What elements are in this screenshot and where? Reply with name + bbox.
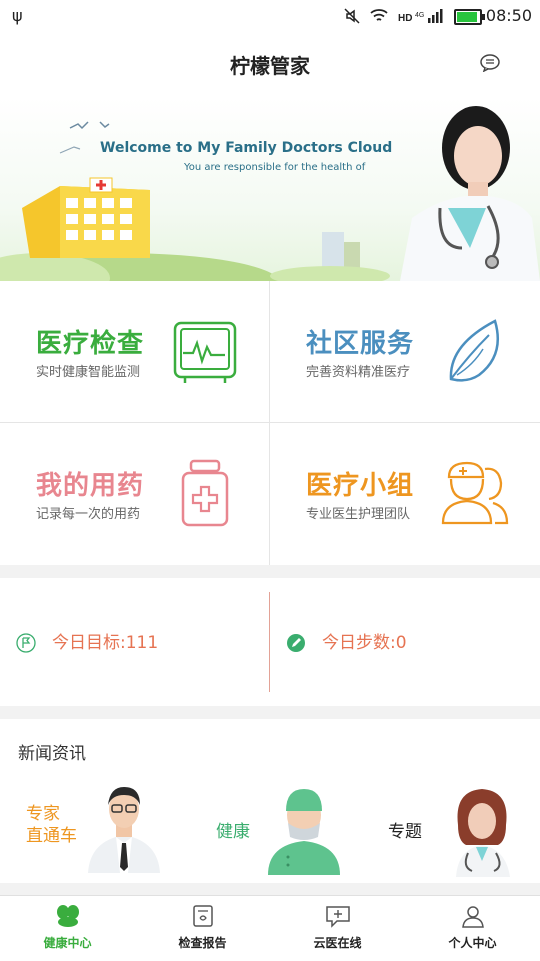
daily-target[interactable]: 今日目标:111 [16,628,158,653]
app-header: 柠檬管家 [0,32,540,98]
news-item-health[interactable]: 健康 [216,817,250,842]
tile-title: 医疗检查 [36,329,145,359]
medical-team-icon [441,461,509,525]
tile-desc: 实时健康智能监测 [36,365,141,380]
message-icon[interactable] [480,54,500,72]
tile-medical-team[interactable]: 医疗小组 专业医生护理团队 [270,423,539,564]
tile-divider-horizontal [0,422,540,423]
news-section-title: 新闻资讯 [18,744,86,764]
tab-check-report[interactable]: 检查报告 [135,904,270,951]
bottom-tab-bar: 健康中心 检查报告 云医在线 个人中心 [0,895,540,961]
battery-icon [454,9,485,25]
signal-icon: HD 4G [398,9,443,24]
wifi-icon [370,9,388,21]
banner-illustration [0,106,540,281]
goals-divider [269,592,270,692]
daily-target-text: 今日目标:111 [52,633,159,653]
tile-my-medication[interactable]: 我的用药 记录每一次的用药 [0,423,269,564]
tile-medical-check[interactable]: 医疗检查 实时健康智能监测 [0,281,269,422]
flag-icon [16,633,36,653]
page-title: 柠檬管家 [230,54,310,78]
tab-label: 个人中心 [448,936,497,950]
news-section: 新闻资讯 专家 直通车 健康 专题 [0,719,540,883]
report-icon [192,905,213,927]
news-item-label: 健康 [216,822,250,842]
tab-personal-center[interactable]: 个人中心 [405,904,540,951]
person-icon [461,906,484,928]
feature-grid: 医疗检查 实时健康智能监测 社区服务 完善资料精准医疗 我的用药 记录每一次的用… [0,281,540,565]
surgeon-avatar-icon [268,789,340,875]
banner-welcome-text: Welcome to My Family Doctors Cloud [100,140,393,156]
news-item-label: 专题 [388,822,422,842]
banner-subtitle: You are responsible for the health of [184,162,366,173]
tile-title: 医疗小组 [306,471,415,501]
nurse-avatar-icon [456,789,510,877]
news-item-label: 专家 [26,804,60,824]
tile-title: 社区服务 [306,329,415,359]
medicine-bottle-icon [181,459,229,527]
status-bar: ψ HD 4G 08:50 [0,0,540,32]
leaf-icon [449,319,499,382]
tab-label: 检查报告 [178,936,227,950]
chat-plus-icon [325,906,350,928]
doctor-avatar-icon [88,787,160,873]
svg-text:4G: 4G [415,12,424,19]
tile-title: 我的用药 [36,471,145,501]
news-item-label: 直通车 [26,826,77,846]
mute-icon [344,8,360,24]
plant-icon [56,905,79,927]
tile-community-service[interactable]: 社区服务 完善资料精准医疗 [270,281,539,422]
daily-steps-text: 今日步数:0 [322,633,407,653]
tab-label: 健康中心 [43,936,92,950]
pen-icon [287,634,305,652]
tab-label: 云医在线 [313,936,362,950]
usb-icon: ψ [12,6,23,25]
svg-text:HD: HD [398,13,412,24]
news-item-topics[interactable]: 专题 [388,817,422,842]
tile-desc: 专业医生护理团队 [306,507,411,522]
status-time: 08:50 [485,6,532,25]
status-icons: HD 4G [344,8,444,24]
welcome-banner[interactable]: Welcome to My Family Doctors Cloud You a… [0,98,540,281]
tab-health-center[interactable]: 健康中心 [0,904,135,951]
monitor-icon [173,321,237,383]
news-item-expert[interactable]: 专家 直通车 [26,803,77,847]
daily-goals-panel: 今日目标:111 今日步数:0 [0,578,540,706]
tile-desc: 记录每一次的用药 [36,507,141,522]
tile-divider-vertical [269,281,270,565]
tile-desc: 完善资料精准医疗 [306,365,411,380]
daily-steps[interactable]: 今日步数:0 [286,628,407,653]
tab-cloud-doctor[interactable]: 云医在线 [270,904,405,951]
